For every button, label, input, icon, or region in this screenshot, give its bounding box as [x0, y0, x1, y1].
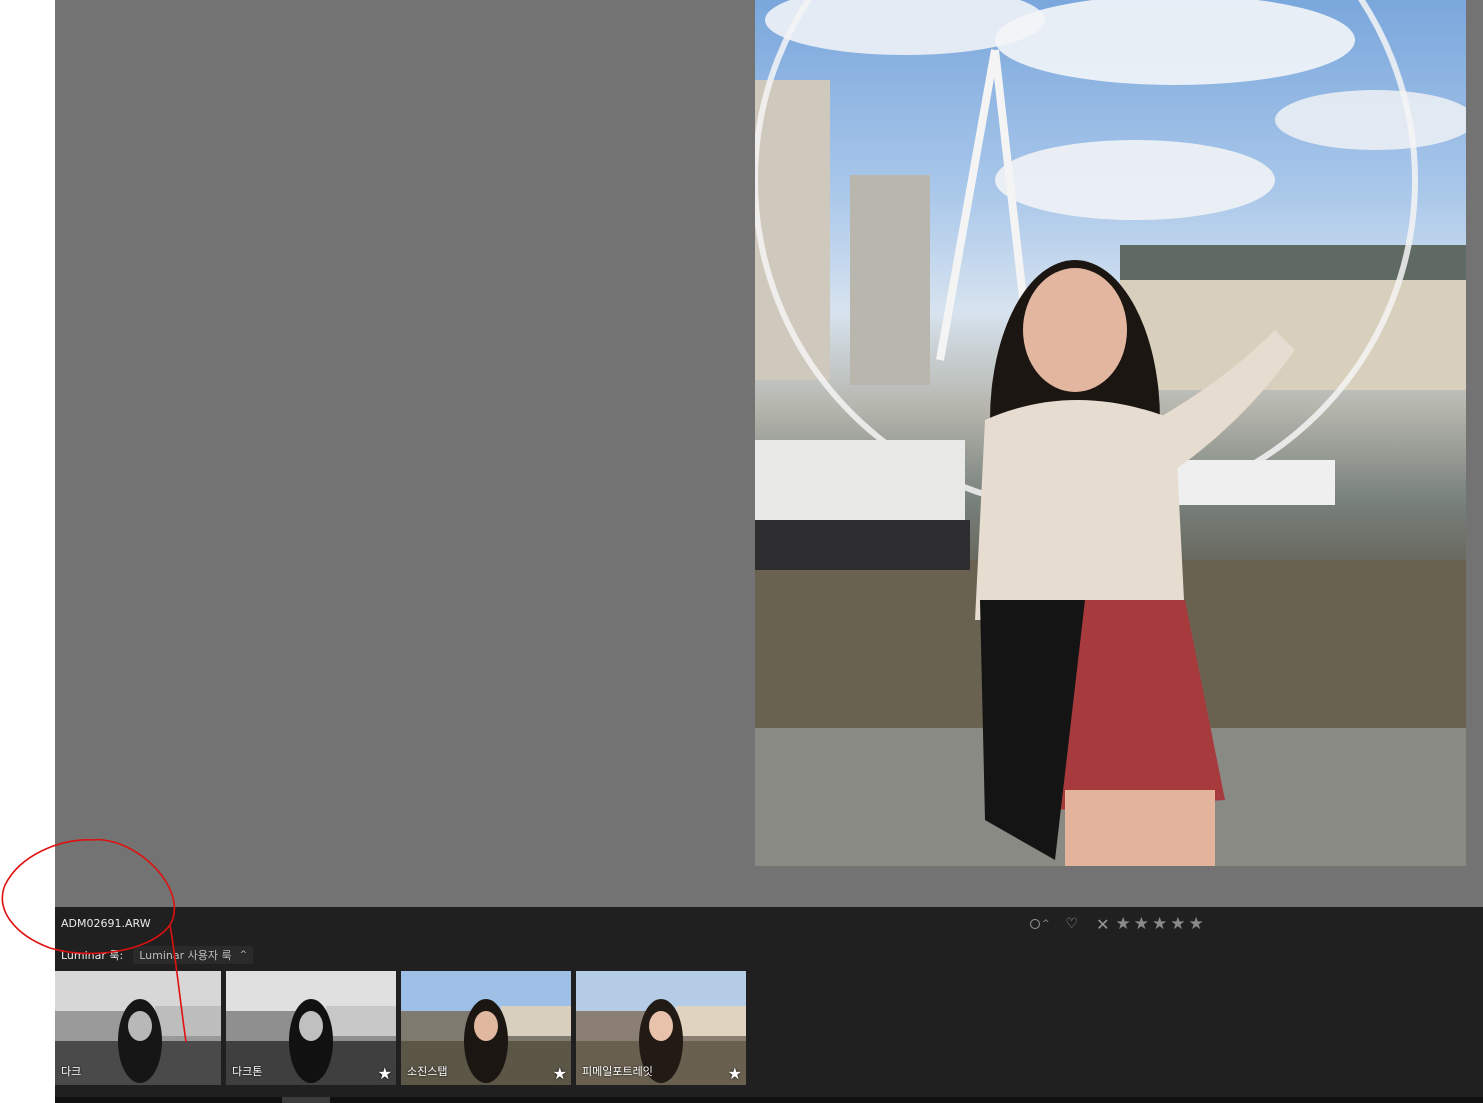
- star-3-icon[interactable]: ★: [1152, 914, 1167, 934]
- look-name: 다크톤: [232, 1065, 263, 1078]
- rating-controls: ^ ♡ ✕ ★ ★ ★ ★ ★: [1030, 913, 1204, 935]
- scrollbar-thumb[interactable]: [282, 1097, 330, 1103]
- star-1-icon[interactable]: ★: [1116, 914, 1131, 934]
- image-viewer: [55, 0, 1483, 907]
- star-4-icon[interactable]: ★: [1170, 914, 1185, 934]
- star-5-icon[interactable]: ★: [1189, 914, 1204, 934]
- look-name: 피메일포트레잇: [582, 1065, 653, 1078]
- look-thumbnail[interactable]: 소진스탭 ★: [401, 971, 571, 1085]
- looks-scrollbar[interactable]: [55, 1097, 1483, 1103]
- heart-icon[interactable]: ♡: [1066, 916, 1079, 932]
- chevron-up-icon[interactable]: ^: [1042, 919, 1050, 929]
- looks-label: Luminar 룩:: [61, 949, 124, 962]
- main-photo[interactable]: [755, 0, 1466, 866]
- favorite-star-icon[interactable]: ★: [553, 1064, 567, 1083]
- favorite-star-icon[interactable]: ★: [378, 1064, 392, 1083]
- looks-category-dropdown[interactable]: Luminar 사용자 룩 ^: [133, 946, 254, 964]
- looks-panel: Luminar 룩: Luminar 사용자 룩 ^ 다크 다크톤 ★ 소진스탭…: [55, 940, 1483, 1103]
- chevron-up-icon: ^: [239, 950, 248, 960]
- looks-header: Luminar 룩: Luminar 사용자 룩 ^: [61, 946, 254, 964]
- look-thumbnail[interactable]: 다크: [55, 971, 221, 1085]
- look-thumbnail[interactable]: 다크톤 ★: [226, 971, 396, 1085]
- star-2-icon[interactable]: ★: [1134, 914, 1149, 934]
- x-icon[interactable]: ✕: [1096, 915, 1109, 934]
- luminar-window: ADM02691.ARW ^ ♡ ✕ ★ ★ ★ ★ ★ Luminar 룩: …: [55, 0, 1483, 1103]
- photo-illustration: [755, 0, 1466, 866]
- file-name: ADM02691.ARW: [61, 917, 151, 930]
- look-thumbnail[interactable]: 피메일포트레잇 ★: [576, 971, 746, 1085]
- look-name: 다크: [61, 1065, 82, 1078]
- favorite-star-icon[interactable]: ★: [728, 1064, 742, 1083]
- circle-flag-icon[interactable]: [1030, 919, 1040, 929]
- info-bar: ADM02691.ARW ^ ♡ ✕ ★ ★ ★ ★ ★: [55, 907, 1483, 940]
- look-name: 소진스탭: [407, 1065, 448, 1078]
- looks-dropdown-value: Luminar 사용자 룩: [139, 949, 232, 962]
